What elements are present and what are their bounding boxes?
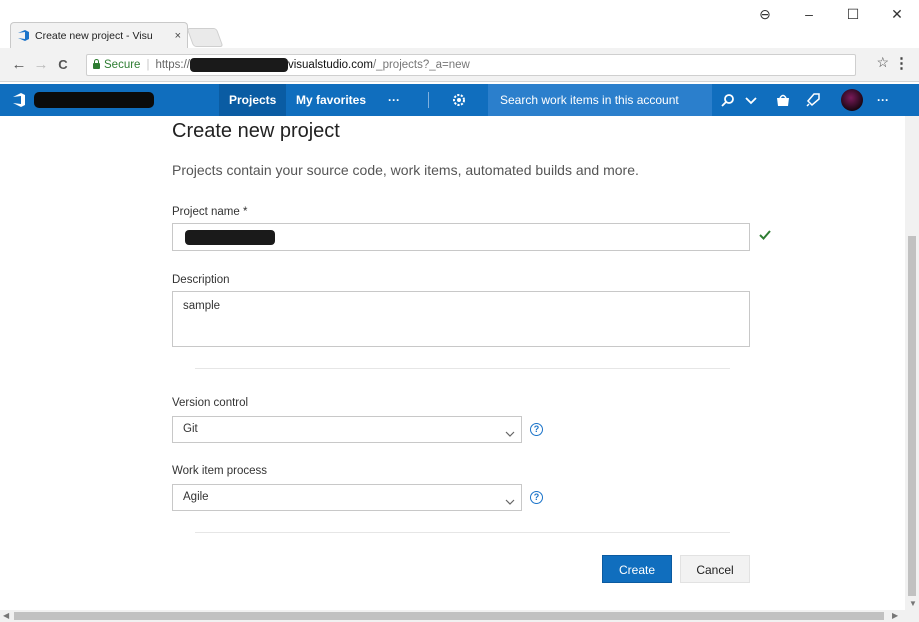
browser-titlebar: Create new project - Visu × ⊖ – ☐ ✕ xyxy=(0,0,919,48)
work-item-process-label: Work item process xyxy=(172,465,268,477)
vsts-favicon-icon xyxy=(17,30,30,41)
vertical-scrollbar[interactable]: ▼ xyxy=(905,116,919,610)
page-title: Create new project xyxy=(172,120,340,142)
reload-button[interactable]: C xyxy=(52,57,74,72)
lock-icon xyxy=(93,59,100,69)
account-name-redacted[interactable] xyxy=(34,92,154,108)
tab-title: Create new project - Visu xyxy=(35,29,153,42)
nav-my-favorites[interactable]: My favorites xyxy=(296,84,366,116)
scroll-right-arrow[interactable]: ▶ xyxy=(892,611,898,620)
checkmark-icon xyxy=(758,228,772,242)
tab-close-icon[interactable]: × xyxy=(175,30,181,42)
nav-more[interactable]: ··· xyxy=(388,84,400,116)
profile-icon[interactable]: ⊖ xyxy=(743,0,787,28)
work-item-process-select[interactable]: Agile xyxy=(172,484,522,511)
secure-label: Secure xyxy=(104,59,141,71)
user-avatar[interactable] xyxy=(841,89,863,111)
work-item-process-value: Agile xyxy=(183,491,209,503)
description-label: Description xyxy=(172,274,230,286)
chevron-down-icon xyxy=(505,424,515,437)
page-description: Projects contain your source code, work … xyxy=(172,162,639,178)
vsts-header: Projects My favorites ··· Search work it… xyxy=(0,84,919,116)
help-icon[interactable]: ? xyxy=(530,491,543,504)
project-name-redacted xyxy=(185,230,275,245)
project-name-label: Project name * xyxy=(172,206,248,218)
section-divider xyxy=(195,368,730,369)
create-button[interactable]: Create xyxy=(602,555,672,583)
project-name-input[interactable] xyxy=(172,223,750,251)
nav-divider xyxy=(428,92,429,108)
forward-button[interactable]: → xyxy=(30,56,52,73)
gear-icon[interactable] xyxy=(451,92,467,108)
new-tab-button[interactable] xyxy=(186,28,224,47)
minimize-button[interactable]: – xyxy=(787,0,831,28)
search-placeholder: Search work items in this account xyxy=(500,93,679,107)
horizontal-scrollbar[interactable]: ◀ ▶ xyxy=(0,610,919,622)
url-scheme: https:// xyxy=(155,59,190,71)
search-work-items[interactable]: Search work items in this account xyxy=(488,84,712,116)
cancel-button[interactable]: Cancel xyxy=(680,555,750,583)
back-button[interactable]: ← xyxy=(8,56,30,73)
description-textarea[interactable]: sample xyxy=(172,291,750,347)
vertical-scroll-thumb[interactable] xyxy=(908,236,916,596)
address-separator: | xyxy=(146,59,150,71)
description-value: sample xyxy=(183,300,221,312)
search-icon[interactable] xyxy=(720,92,736,108)
redacted-subdomain xyxy=(189,58,288,72)
nav-projects[interactable]: Projects xyxy=(219,84,287,116)
bag-icon[interactable] xyxy=(775,92,791,108)
bookmark-star-icon[interactable]: ☆ xyxy=(876,54,889,71)
help-icon[interactable]: ? xyxy=(530,423,543,436)
browser-tab[interactable]: Create new project - Visu × xyxy=(10,22,188,48)
maximize-button[interactable]: ☐ xyxy=(831,0,875,28)
chevron-down-icon xyxy=(505,492,515,505)
window-controls: ⊖ – ☐ ✕ xyxy=(743,0,919,28)
scroll-left-arrow[interactable]: ◀ xyxy=(3,611,9,620)
browser-toolbar: ← → C Secure | https:// visualstudio.com… xyxy=(0,48,919,82)
chevron-down-icon[interactable] xyxy=(743,92,759,108)
address-bar[interactable]: Secure | https:// visualstudio.com /_pro… xyxy=(86,54,856,76)
vsts-logo-icon[interactable] xyxy=(12,93,26,107)
browser-menu-icon[interactable]: ⋮ xyxy=(894,54,909,72)
scroll-down-arrow[interactable]: ▼ xyxy=(909,599,917,608)
app-more-icon[interactable]: ··· xyxy=(877,84,889,116)
horizontal-scroll-thumb[interactable] xyxy=(14,612,884,620)
url-host: visualstudio.com xyxy=(287,59,373,71)
url-path: /_projects?_a=new xyxy=(372,59,470,71)
create-project-panel: Create new project Projects contain your… xyxy=(0,116,919,610)
close-window-button[interactable]: ✕ xyxy=(875,0,919,28)
version-control-label: Version control xyxy=(172,397,249,409)
rocket-icon[interactable] xyxy=(805,92,821,108)
version-control-select[interactable]: Git xyxy=(172,416,522,443)
section-divider xyxy=(195,532,730,533)
version-control-value: Git xyxy=(183,423,198,435)
